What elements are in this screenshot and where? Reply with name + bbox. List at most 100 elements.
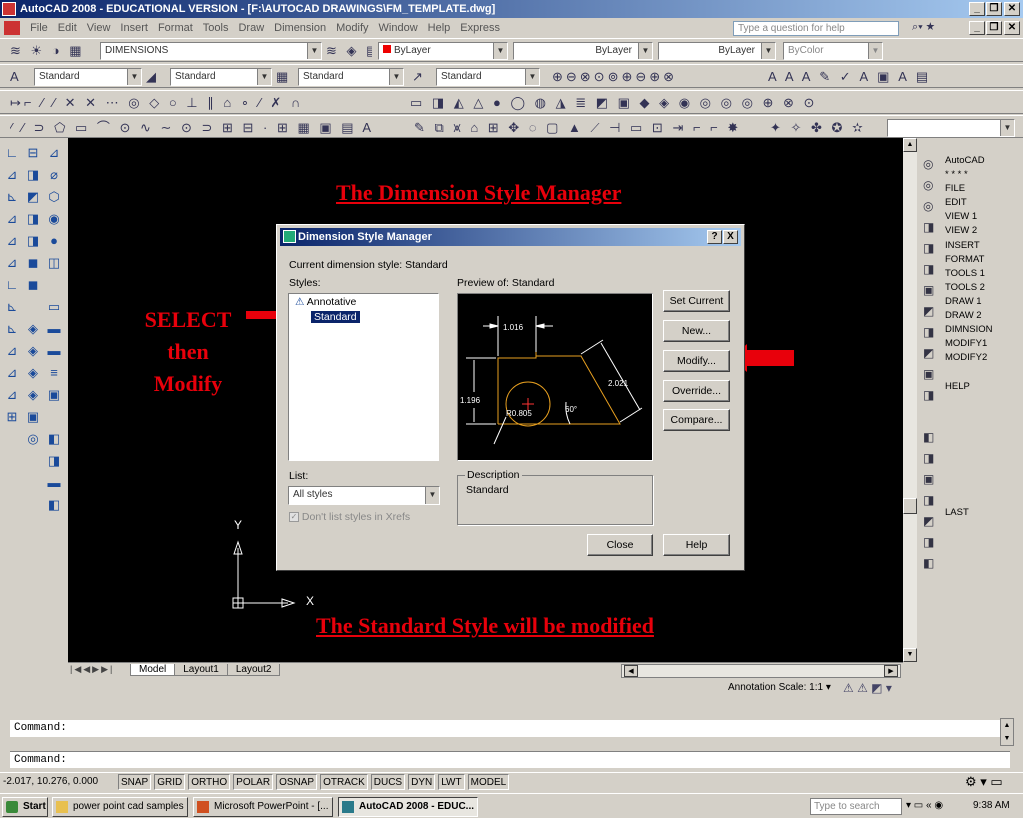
menu-item-format[interactable]: Format: [153, 18, 198, 38]
menu-item-insert[interactable]: Insert: [115, 18, 153, 38]
plotstyle-dropdown[interactable]: ByColor ▼: [783, 42, 883, 60]
dialog-help-button[interactable]: ?: [707, 230, 722, 244]
canvas-vertical-scrollbar[interactable]: ▲ ▼: [903, 138, 917, 662]
command-scrollbar[interactable]: ▲ ▼: [1000, 718, 1014, 746]
dialog-close-button[interactable]: X: [723, 230, 738, 244]
close-dialog-button[interactable]: Close: [587, 534, 653, 556]
doc-minimize-button[interactable]: _: [969, 21, 985, 35]
status-toggle-ducs[interactable]: DUCS: [370, 774, 406, 790]
tablestyle-icon[interactable]: ▦: [276, 68, 298, 86]
mleaderstyle-dropdown[interactable]: Standard ▼: [436, 68, 540, 86]
text-style-dropdown[interactable]: Standard ▼: [34, 68, 142, 86]
list-dropdown[interactable]: All styles ▼: [288, 486, 440, 505]
tab-layout2[interactable]: Layout2: [226, 664, 281, 676]
menu-item-modify[interactable]: Modify: [331, 18, 373, 38]
scroll-up-button[interactable]: ▲: [903, 138, 917, 152]
help-search-icons[interactable]: ⌕▾ ★: [912, 21, 960, 36]
layer-dropdown[interactable]: DIMENSIONS ▼: [100, 42, 322, 60]
right-tool-icons[interactable]: ◎ ◎ ◎ ◨ ◨ ◨ ▣ ◩ ◨ ◩ ▣ ◨ ◧ ◨ ▣ ◨ ◩ ◨ ◧: [923, 154, 941, 574]
set-current-button[interactable]: Set Current: [663, 290, 730, 312]
scroll-down-button[interactable]: ▼: [903, 648, 917, 662]
dimstyle-icon[interactable]: ◢: [146, 68, 170, 86]
color-dropdown[interactable]: ByLayer ▼: [378, 42, 508, 60]
status-toggle-polar[interactable]: POLAR: [233, 774, 274, 790]
document-icon[interactable]: [4, 21, 20, 35]
annotation-visibility-icons[interactable]: ⚠ ⚠ ◩ ▾: [843, 681, 892, 695]
tab-layout1[interactable]: Layout1: [174, 664, 228, 676]
help-button[interactable]: Help: [663, 534, 730, 556]
xref-checkbox-box[interactable]: ✓: [289, 512, 299, 523]
text-tools-icons[interactable]: A A A ✎ ✓ A ▣ A ▤: [768, 68, 958, 86]
tray-icons[interactable]: ▾ ▭ « ◉: [906, 800, 943, 811]
tablestyle-dropdown[interactable]: Standard ▼: [298, 68, 404, 86]
status-toggle-otrack[interactable]: OTRACK: [320, 774, 368, 790]
tray-settings-icon[interactable]: ⚙ ▾ ▭: [965, 774, 1003, 790]
zoom-tools-icons[interactable]: ⊕⊖⊗⊙⊚⊕⊖⊕⊗: [552, 68, 752, 86]
menu-item-draw[interactable]: Draw: [233, 18, 269, 38]
status-toggle-osnap[interactable]: OSNAP: [276, 774, 318, 790]
menu-item-file[interactable]: File: [25, 18, 53, 38]
linetype-dropdown[interactable]: ByLayer ▼: [513, 42, 653, 60]
status-toggle-snap[interactable]: SNAP: [118, 774, 152, 790]
command-input[interactable]: Command:: [10, 751, 1010, 768]
dimension-tools-column[interactable]: ∟ ⊿ ⊾ ⊿ ⊿ ⊿ ∟ ⊾ ⊾ ⊿ ⊿ ⊿ ⊞: [2, 142, 22, 428]
mleader-icon[interactable]: ↗: [412, 68, 434, 86]
new-button[interactable]: New...: [663, 320, 730, 342]
doc-restore-button[interactable]: ❐: [986, 21, 1002, 35]
scroll-left-button[interactable]: ◀: [624, 665, 638, 677]
status-toggle-model[interactable]: MODEL: [467, 774, 510, 790]
close-button[interactable]: ✕: [1004, 2, 1020, 16]
tab-nav-arrows[interactable]: |◀◀▶▶|: [70, 664, 114, 675]
task-autocad[interactable]: AutoCAD 2008 - EDUC...: [338, 797, 478, 817]
layer-tools-icons[interactable]: ≋ ☀ ◑ ▦: [10, 42, 100, 60]
coordinate-readout: -2.017, 10.276, 0.000: [3, 776, 99, 787]
style-item-annotative[interactable]: ⚠ Annotative: [295, 296, 356, 308]
lineweight-dropdown[interactable]: ByLayer ▼: [658, 42, 776, 60]
help-search-input[interactable]: Type a question for help: [733, 21, 899, 36]
menu-item-edit[interactable]: Edit: [53, 18, 82, 38]
menu-item-window[interactable]: Window: [374, 18, 423, 38]
dimstyle-dropdown[interactable]: Standard ▼: [170, 68, 272, 86]
restore-button[interactable]: ❐: [986, 2, 1002, 16]
menu-item-express[interactable]: Express: [455, 18, 505, 38]
layer-state-icons[interactable]: ≋ ◈ ▤: [326, 42, 372, 60]
taskbar-search-input[interactable]: Type to search: [810, 798, 902, 815]
menu-item-view[interactable]: View: [82, 18, 116, 38]
menu-item-help[interactable]: Help: [423, 18, 456, 38]
tablestyle-value: Standard: [303, 71, 344, 82]
modify-button[interactable]: Modify...: [663, 350, 730, 372]
draw-tools-icons[interactable]: ∕ ⁄ ⊃ ⬠ ▭ ⌒ ⊙ ∿ ∼ ⊙ ⊃ ⊞ ⊟ · ⊞ ▦ ▣ ▤ A: [10, 119, 410, 137]
solids-tools-column[interactable]: ⊟ ◨ ◩ ◨ ◨ ◼ ◼ ◈ ◈ ◈ ◈ ▣ ◎: [23, 142, 43, 450]
ucs-x-label: X: [306, 594, 315, 608]
modify-tools-icons[interactable]: ✎ ⧉ ⩙ ⌂ ⊞ ✥ ◌ ▢ ▲ ⟋ ⊣ ▭ ⊡ ⇥ ⌐ ⌐ ✸: [414, 119, 758, 137]
menu-item-dimension[interactable]: Dimension: [269, 18, 331, 38]
annotation-scale[interactable]: Annotation Scale: 1:1 ▾: [728, 682, 831, 693]
bottom-note: The Standard Style will be modified: [316, 613, 654, 638]
text-style-icon[interactable]: A: [10, 68, 36, 86]
workspace-dropdown[interactable]: ▼: [887, 119, 1015, 137]
tab-model[interactable]: Model: [130, 664, 176, 676]
scroll-thumb[interactable]: [903, 498, 917, 514]
screen-menu-items[interactable]: AutoCAD * * * * FILE EDIT VIEW 1 VIEW 2 …: [945, 154, 993, 520]
horizontal-scrollbar[interactable]: ◀ ▶: [621, 664, 901, 678]
view-tools-icons[interactable]: ▭ ◨ ◭ △ ● ◯ ◍ ◮ ≣ ◩ ▣ ◆ ◈ ◉ ◎ ◎ ◎ ⊕ ⊗ ⊙: [410, 94, 850, 112]
menu-item-tools[interactable]: Tools: [198, 18, 234, 38]
styles-list[interactable]: ⚠ Annotative Standard: [288, 293, 439, 461]
task-powerpoint[interactable]: Microsoft PowerPoint - [...: [193, 797, 333, 817]
scroll-right-button[interactable]: ▶: [884, 665, 898, 677]
task-folder[interactable]: power point cad samples: [52, 797, 188, 817]
override-button[interactable]: Override...: [663, 380, 730, 402]
status-toggle-grid[interactable]: GRID: [154, 774, 186, 790]
status-toggle-ortho[interactable]: ORTHO: [188, 774, 231, 790]
doc-close-button[interactable]: ✕: [1004, 21, 1020, 35]
style-item-standard[interactable]: Standard: [310, 310, 361, 324]
start-button[interactable]: Start: [2, 797, 48, 817]
status-toggle-lwt[interactable]: LWT: [438, 774, 465, 790]
xref-checkbox[interactable]: ✓ Don't list styles in Xrefs: [289, 511, 410, 523]
minimize-button[interactable]: _: [969, 2, 985, 16]
status-toggle-dyn[interactable]: DYN: [408, 774, 436, 790]
misc-tools-icons[interactable]: ✦ ✧ ✤ ✪ ✫: [770, 119, 880, 137]
shapes-tools-column[interactable]: ⊿ ⌀ ⬡ ◉ ● ◫ ▭ ▬ ▬ ≡ ▣ ◧ ◨ ▬ ◧: [44, 142, 64, 516]
draft-tools-icons[interactable]: ↦⌐ ∕ ∕ ✕ ✕ ⋯ ◎ ◇ ○ ⊥ ∥ ⌂ ∘ ∕ ✗ ∩: [10, 94, 380, 112]
compare-button[interactable]: Compare...: [663, 409, 730, 431]
